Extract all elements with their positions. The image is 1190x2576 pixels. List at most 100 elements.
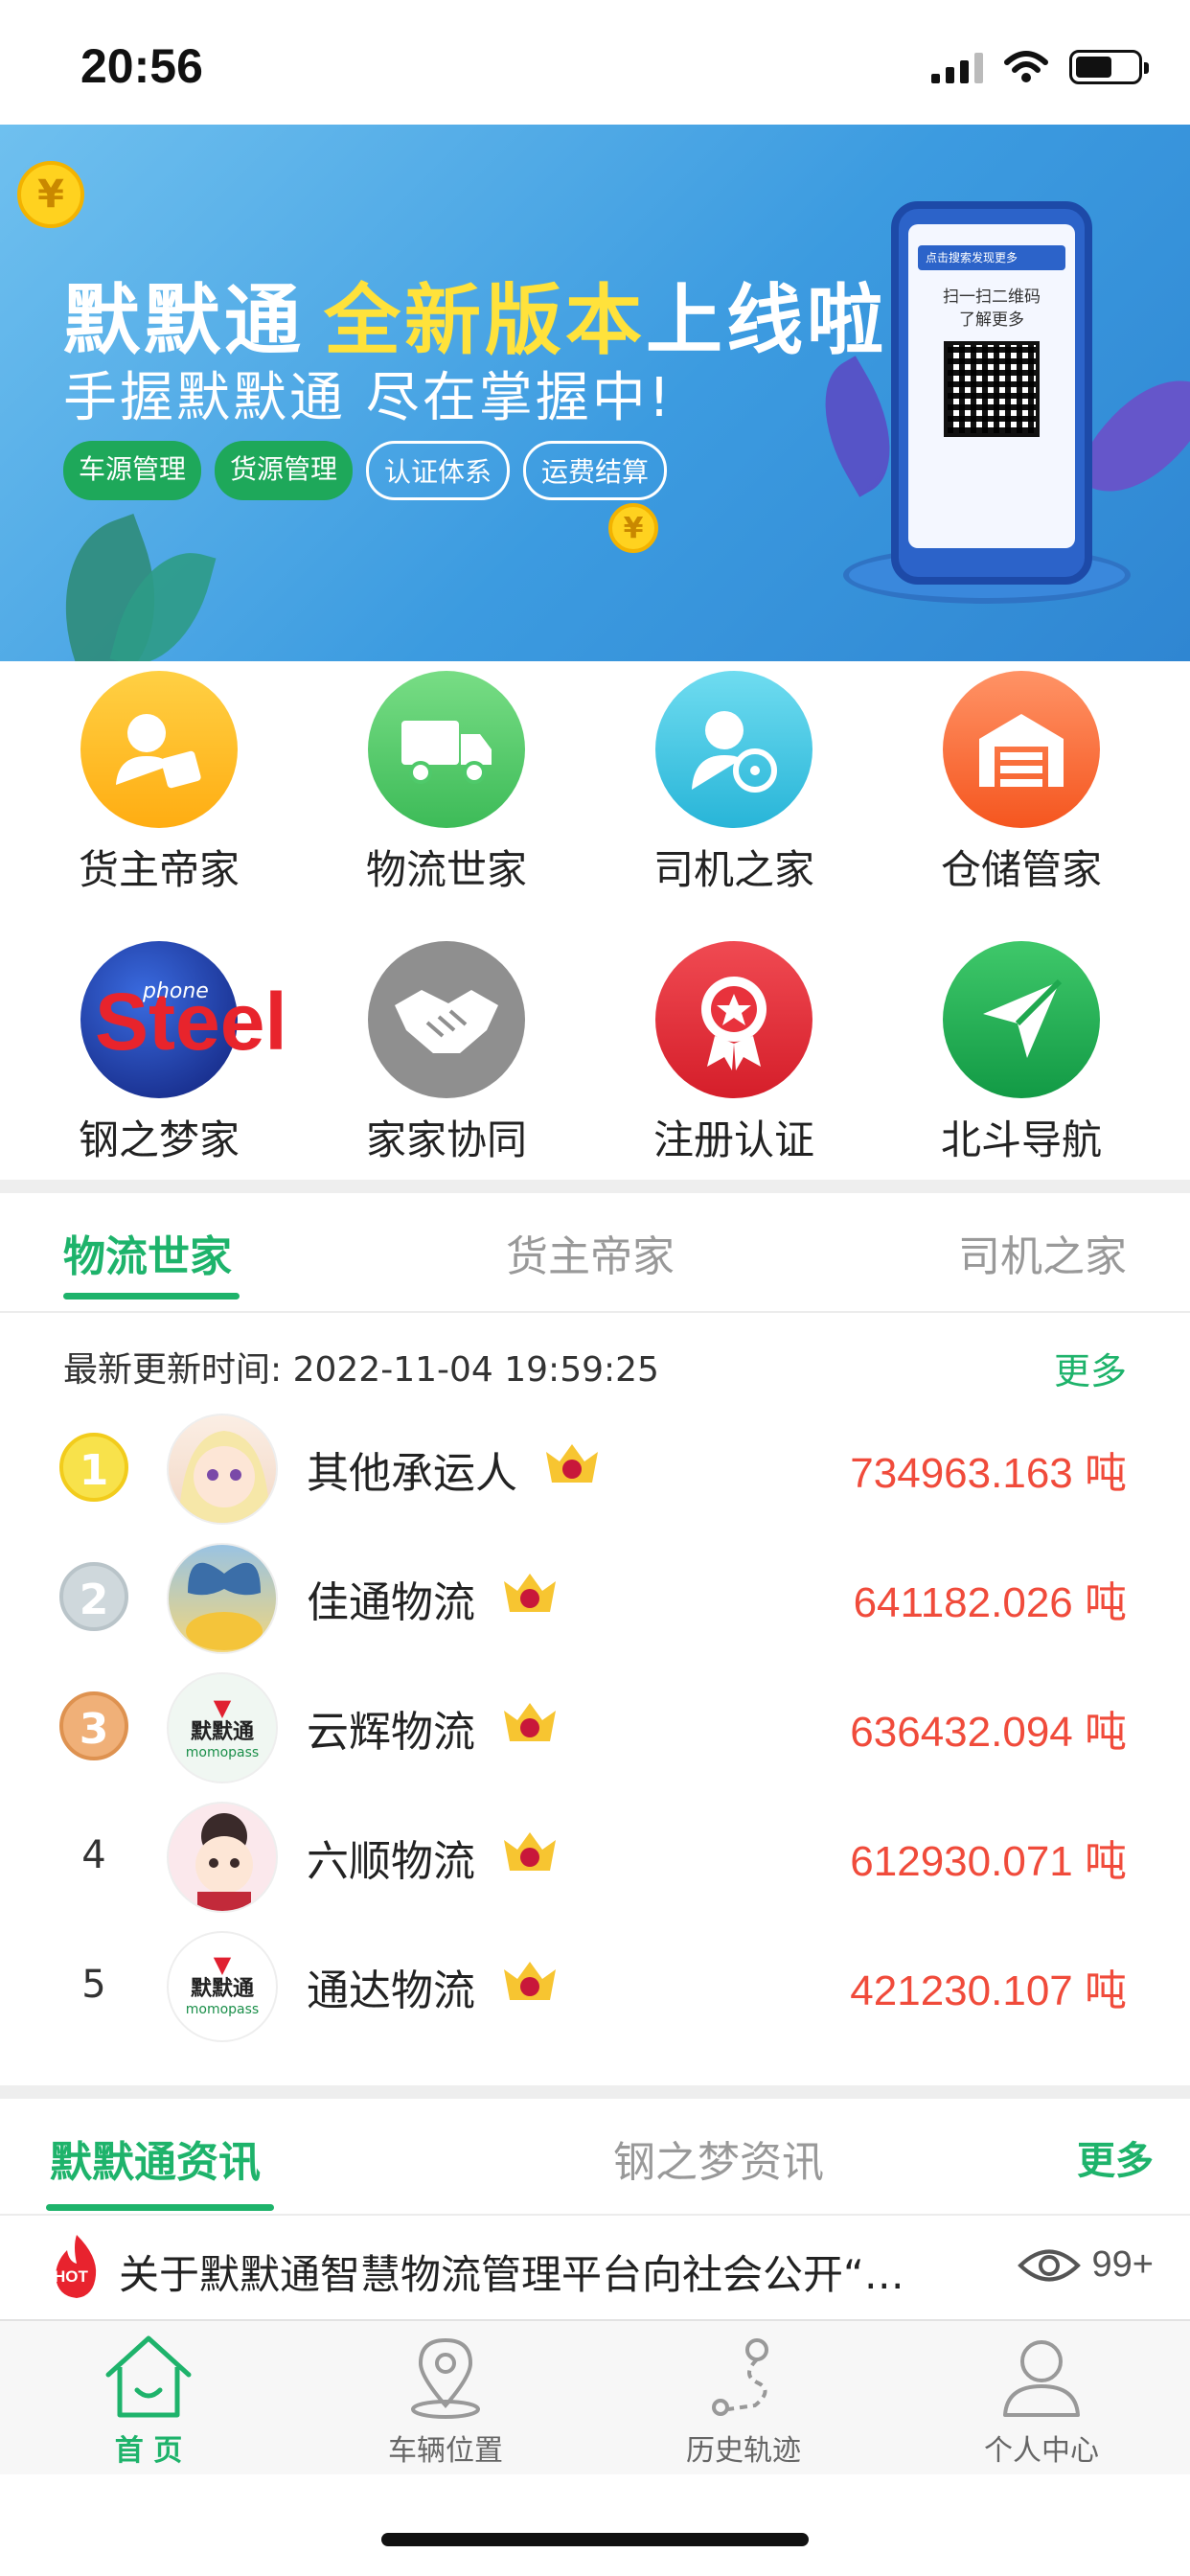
tonnage-unit: 吨 [1085, 1709, 1127, 1756]
ranking-row[interactable]: 5 ▼ 默默通 momopass 通达物流 421230.107 吨 [0, 1921, 1190, 2046]
silver-medal-icon: 2 [59, 1562, 128, 1631]
gold-medal-icon: 1 [59, 1433, 128, 1502]
tonnage-value: 641182.026 吨 [854, 1568, 1127, 1629]
steel-logo-icon: Steel phone [80, 941, 287, 1098]
driver-icon [655, 671, 812, 828]
tab-steel-news[interactable]: 钢之梦资讯 [613, 2128, 824, 2189]
location-icon [411, 2337, 480, 2419]
banner-subtitle: 手握默默通 尽在掌握中! [63, 367, 674, 429]
grid-item-warehouse[interactable]: 仓储管家 [906, 671, 1136, 896]
banner-title-main: 默默通 [63, 276, 305, 365]
tab-bar-vehicle-location[interactable]: 车辆位置 [340, 2333, 551, 2469]
steel-logo-text: Steel phone [87, 977, 287, 1067]
home-indicator[interactable] [381, 2533, 809, 2546]
ranking-row[interactable]: 2 佳通物流 641182.026 吨 [0, 1533, 1190, 1658]
certificate-icon [655, 941, 812, 1098]
ranking-row[interactable]: 3 ▼ 默默通 momopass 云辉物流 636432.094 吨 [0, 1663, 1190, 1787]
rank-number: 4 [81, 1833, 106, 1877]
warehouse-icon [943, 671, 1100, 828]
ranking-row[interactable]: 4 六顺物流 612930.071 吨 [0, 1792, 1190, 1917]
rank-number: 5 [81, 1963, 106, 2007]
grid-label: 钢之梦家 [78, 1116, 240, 1163]
crown-badge-icon [504, 1574, 556, 1612]
company-name: 其他承运人 [307, 1449, 517, 1498]
banner-tag: 认证体系 [366, 441, 511, 500]
grid-item-steel[interactable]: Steel phone 钢之梦家 [44, 941, 287, 1166]
tonnage-number: 612930.071 [850, 1838, 1073, 1885]
handshake-icon [368, 941, 525, 1098]
bottom-tab-bar: 首 页 车辆位置 历史轨迹 个人中心 [0, 2319, 1190, 2474]
coin-icon: ¥ [608, 503, 658, 553]
tonnage-unit: 吨 [1085, 1838, 1127, 1885]
section-divider [0, 2085, 1190, 2099]
phone-text-line: 扫一扫二维码 [943, 288, 1041, 307]
tonnage-number: 734963.163 [850, 1450, 1073, 1497]
grid-label: 家家协同 [365, 1116, 527, 1163]
user-icon [1003, 2340, 1080, 2417]
shipper-icon [80, 671, 238, 828]
coin-icon: ¥ [17, 161, 84, 228]
logo-text: 默默通 [190, 1720, 254, 1744]
tab-momopass-news[interactable]: 默默通资讯 [50, 2128, 261, 2189]
grid-item-shipper[interactable]: 货主帝家 [44, 671, 274, 896]
view-count: 99+ [1091, 2244, 1154, 2285]
tab-bar-profile[interactable]: 个人中心 [936, 2333, 1147, 2469]
logo-text: 默默通 [190, 1977, 254, 2001]
tab-bar-label: 个人中心 [984, 2434, 1099, 2468]
logo-subtext: momopass [185, 1745, 260, 1760]
phone-search-bar: 点击搜索发现更多 [918, 245, 1065, 270]
tonnage-number: 636432.094 [850, 1709, 1073, 1756]
company-name: 云辉物流 [307, 1708, 475, 1757]
grid-item-logistics[interactable]: 物流世家 [332, 671, 561, 896]
banner-title-tail: 上线啦! [646, 276, 927, 365]
tonnage-value: 421230.107 吨 [850, 1956, 1127, 2017]
hot-fire-icon: HOT [48, 2233, 105, 2300]
grid-item-certification[interactable]: 注册认证 [619, 941, 849, 1166]
tab-bar-label: 历史轨迹 [686, 2434, 801, 2468]
company-name: 六顺物流 [307, 1837, 475, 1886]
tonnage-value: 636432.094 吨 [850, 1697, 1127, 1759]
news-item[interactable]: HOT 关于默默通智慧物流管理平台向社会公开“… 99+ [0, 2214, 1190, 2319]
tab-logistics[interactable]: 物流世家 [63, 1222, 232, 1283]
banner-tag: 运费结算 [523, 441, 668, 500]
company-name: 佳通物流 [307, 1578, 475, 1627]
grid-label: 物流世家 [365, 846, 527, 893]
section-divider [0, 1180, 1190, 1193]
tonnage-number: 421230.107 [850, 1967, 1073, 2014]
phone-illustration: 点击搜索发现更多 扫一扫二维码 了解更多 [891, 201, 1092, 585]
news-more-link[interactable]: 更多 [1077, 2129, 1154, 2185]
grid-item-driver[interactable]: 司机之家 [619, 671, 849, 896]
butterfly-avatar [167, 1543, 278, 1654]
ranking-tabs: 物流世家 货主帝家 司机之家 [0, 1193, 1190, 1313]
momopass-logo-avatar: ▼ 默默通 momopass [167, 1672, 278, 1783]
tab-driver[interactable]: 司机之家 [958, 1222, 1127, 1283]
promo-banner[interactable]: ¥ ¥ 默默通 全新版本上线啦! 手握默默通 尽在掌握中! 车源管理 货源管理 认… [0, 125, 1190, 661]
banner-tag: 货源管理 [215, 441, 354, 500]
qr-code-icon [944, 341, 1040, 437]
news-tab-underline [46, 2204, 274, 2211]
tab-bar-history-route[interactable]: 历史轨迹 [638, 2333, 849, 2469]
battery-icon [1069, 50, 1149, 84]
grid-item-cooperation[interactable]: 家家协同 [332, 941, 561, 1166]
banner-tag: 车源管理 [63, 441, 202, 500]
steel-logo-phone: phone [143, 979, 209, 1003]
status-time: 20:56 [80, 39, 203, 93]
momopass-logo: ▼ 默默通 momopass [169, 1933, 276, 2017]
logo-subtext: momopass [185, 2002, 260, 2017]
grid-label: 司机之家 [652, 846, 814, 893]
tonnage-value: 734963.163 吨 [850, 1438, 1127, 1500]
tab-shipper[interactable]: 货主帝家 [506, 1222, 675, 1283]
cartoon-girl-avatar [167, 1802, 278, 1913]
eye-icon [1017, 2249, 1081, 2281]
momopass-logo-avatar: ▼ 默默通 momopass [167, 1931, 278, 2042]
tab-bar-home[interactable]: 首 页 [43, 2333, 254, 2469]
bronze-medal-icon: 3 [59, 1691, 128, 1760]
news-views: 99+ [1017, 2244, 1154, 2286]
status-icons [931, 50, 1149, 84]
crown-badge-icon [546, 1444, 598, 1483]
grid-item-navigation[interactable]: 北斗导航 [906, 941, 1136, 1166]
banner-tags: 车源管理 货源管理 认证体系 运费结算 [63, 441, 668, 500]
wifi-icon [1004, 51, 1048, 82]
ranking-more-link[interactable]: 更多 [1054, 1342, 1127, 1394]
ranking-row[interactable]: 1 其他承运人 734963.163 吨 [0, 1404, 1190, 1529]
